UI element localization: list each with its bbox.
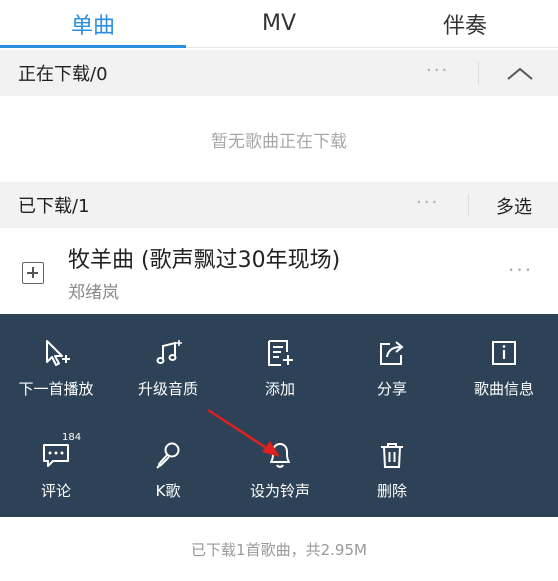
action-label: 删除 — [376, 482, 407, 500]
song-info-button[interactable]: 歌曲信息 — [448, 320, 558, 400]
tab-bar: 单曲 MV 伴奏 — [0, 0, 558, 48]
downloading-header: 正在下载/0 ··· — [0, 50, 558, 96]
share-button[interactable]: 分享 — [336, 320, 448, 400]
multi-select-button[interactable]: 多选 — [496, 193, 532, 219]
song-more-icon[interactable]: ··· — [508, 258, 533, 282]
action-label: 分享 — [376, 380, 407, 398]
set-ringtone-button[interactable]: 设为铃声 — [224, 422, 336, 502]
add-to-list-icon — [268, 340, 293, 366]
download-summary: 已下载1首歌曲，共2.95M — [191, 540, 367, 559]
next-play-button[interactable]: 下一首播放 — [0, 320, 112, 400]
action-label: 设为铃声 — [249, 482, 310, 500]
comment-count-badge: 184 — [62, 432, 82, 443]
song-artist: 郑绪岚 — [68, 283, 119, 303]
next-play-icon — [46, 340, 70, 366]
info-icon — [492, 341, 516, 365]
microphone-icon — [156, 442, 180, 469]
upgrade-quality-button[interactable]: 升级音质 — [112, 320, 224, 400]
action-label: 添加 — [264, 380, 295, 398]
bell-icon — [270, 443, 290, 468]
song-row[interactable]: 牧羊曲 (歌声飘过30年现场) 郑绪岚 ··· — [0, 228, 558, 314]
divider — [468, 194, 469, 216]
action-label: 歌曲信息 — [473, 380, 534, 398]
add-icon[interactable] — [22, 262, 44, 284]
downloading-title: 正在下载/0 — [18, 64, 108, 85]
add-to-list-button[interactable]: 添加 — [224, 320, 336, 400]
action-label: 评论 — [40, 482, 71, 500]
collapse-button[interactable] — [498, 61, 542, 87]
chevron-up-icon — [507, 67, 533, 80]
divider — [478, 62, 479, 84]
action-panel: 下一首播放 升级音质 添加 分享 歌曲信息 评论 184 K歌 设为铃声 删除 — [0, 314, 558, 517]
music-note-icon — [156, 340, 182, 364]
empty-downloading-text: 暂无歌曲正在下载 — [211, 131, 347, 152]
comment-button[interactable]: 评论 — [0, 422, 112, 502]
action-label: K歌 — [155, 482, 181, 500]
downloaded-title: 已下载/1 — [18, 196, 90, 217]
action-label: 升级音质 — [137, 380, 198, 398]
downloaded-header: 已下载/1 ··· 多选 — [0, 182, 558, 228]
downloaded-more-icon[interactable]: ··· — [416, 192, 439, 213]
song-title: 牧羊曲 (歌声飘过30年现场) — [68, 248, 341, 273]
comment-icon — [43, 444, 69, 467]
trash-icon — [381, 443, 403, 468]
share-icon — [380, 341, 404, 365]
karaoke-button[interactable]: K歌 — [112, 422, 224, 502]
action-label: 下一首播放 — [18, 380, 94, 398]
delete-button[interactable]: 删除 — [336, 422, 448, 502]
tab-accompaniment[interactable]: 伴奏 — [372, 0, 558, 47]
tab-mv[interactable]: MV — [186, 0, 372, 47]
tab-singles[interactable]: 单曲 — [0, 0, 186, 48]
downloading-more-icon[interactable]: ··· — [426, 60, 449, 81]
